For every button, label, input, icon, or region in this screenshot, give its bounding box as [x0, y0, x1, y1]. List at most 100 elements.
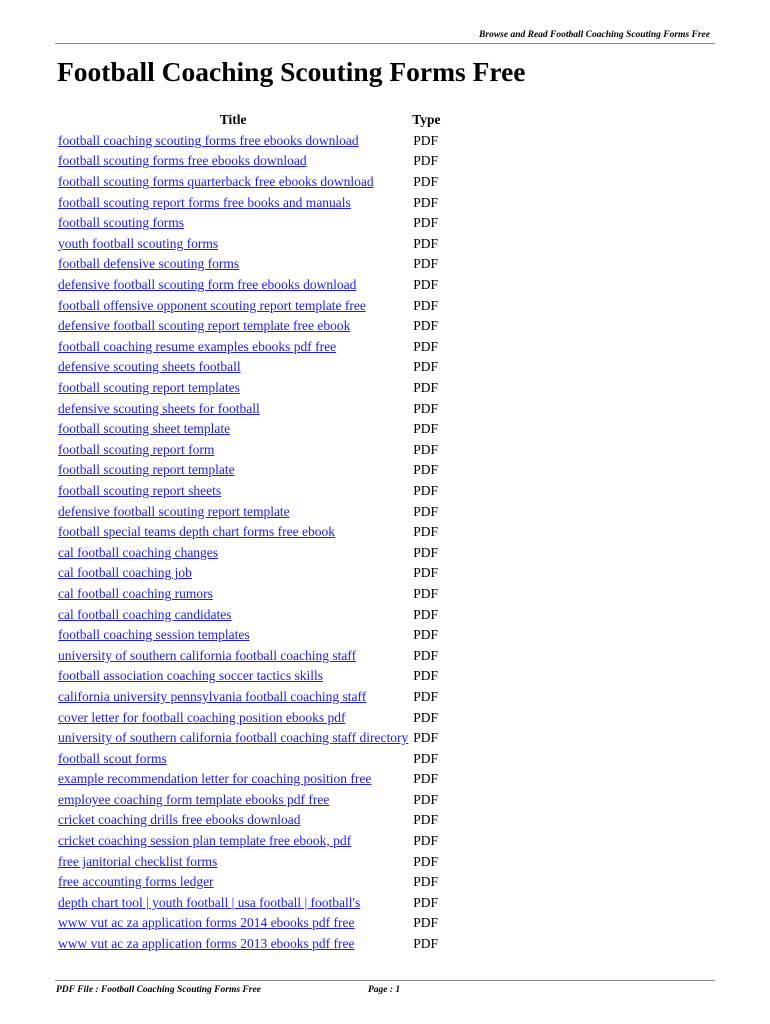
document-title-link[interactable]: football scouting report templates	[58, 380, 240, 395]
document-title-link[interactable]: free janitorial checklist forms	[58, 854, 217, 869]
document-title-link[interactable]: football scouting report sheets	[58, 483, 221, 498]
document-title-link[interactable]: cover letter for football coaching posit…	[58, 710, 346, 725]
document-title-link[interactable]: defensive scouting sheets football	[58, 359, 241, 374]
file-type-cell: PDF	[413, 318, 439, 334]
document-title-link[interactable]: defensive football scouting report templ…	[58, 504, 290, 519]
table-row: university of southern california footba…	[56, 728, 441, 749]
title-cell: football scouting forms free ebooks down…	[56, 151, 410, 172]
table-row: www vut ac za application forms 2013 ebo…	[56, 934, 441, 955]
table-row: cover letter for football coaching posit…	[56, 707, 441, 728]
document-title-link[interactable]: football special teams depth chart forms…	[58, 524, 335, 539]
document-title-link[interactable]: football coaching session templates	[58, 627, 250, 642]
document-title-link[interactable]: cal football coaching job	[58, 565, 192, 580]
document-title-link[interactable]: example recommendation letter for coachi…	[58, 771, 371, 786]
document-title-link[interactable]: football scouting forms quarterback free…	[58, 174, 374, 189]
table-row: university of southern california footba…	[56, 645, 441, 666]
document-title-link[interactable]: defensive football scouting form free eb…	[58, 277, 356, 292]
file-type-cell: PDF	[413, 153, 439, 169]
file-type-cell: PDF	[413, 833, 439, 849]
document-title-link[interactable]: cal football coaching rumors	[58, 586, 213, 601]
table-row: www vut ac za application forms 2014 ebo…	[56, 913, 441, 934]
document-title-link[interactable]: california university pennsylvania footb…	[58, 689, 366, 704]
table-row: football defensive scouting forms PDF	[56, 254, 441, 275]
document-title-link[interactable]: free accounting forms ledger	[58, 874, 214, 889]
table-row: cal football coaching changes PDF	[56, 542, 441, 563]
document-title-link[interactable]: cricket coaching drills free ebooks down…	[58, 812, 301, 827]
title-cell: football scouting report forms free book…	[56, 192, 410, 213]
table-row: football coaching scouting forms free eb…	[56, 131, 441, 152]
document-title-link[interactable]: university of southern california footba…	[58, 730, 408, 745]
file-type-cell: PDF	[413, 277, 439, 293]
title-cell: university of southern california footba…	[56, 728, 410, 749]
document-title-link[interactable]: football association coaching soccer tac…	[58, 668, 323, 683]
table-row: cal football coaching candidates PDF	[56, 604, 441, 625]
running-header: Browse and Read Football Coaching Scouti…	[479, 30, 710, 40]
footer-page-number: Page : 1	[368, 985, 401, 995]
table-row: football special teams depth chart forms…	[56, 522, 441, 543]
title-cell: football coaching resume examples ebooks…	[56, 337, 410, 358]
file-type-cell: PDF	[413, 668, 439, 684]
title-cell: defensive scouting sheets football	[56, 357, 410, 378]
document-title-link[interactable]: cricket coaching session plan template f…	[58, 833, 351, 848]
title-cell: depth chart tool | youth football | usa …	[56, 893, 410, 914]
file-type-cell: PDF	[413, 132, 439, 148]
document-title-link[interactable]: football scouting sheet template	[58, 421, 230, 436]
file-type-cell: PDF	[413, 338, 439, 354]
page-title: Football Coaching Scouting Forms Free	[57, 56, 526, 87]
title-cell: youth football scouting forms	[56, 234, 410, 255]
title-cell: football scout forms	[56, 748, 410, 769]
document-title-link[interactable]: football defensive scouting forms	[58, 256, 239, 271]
document-title-link[interactable]: www vut ac za application forms 2014 ebo…	[58, 915, 355, 930]
file-type-cell: PDF	[413, 441, 439, 457]
table-body: football coaching scouting forms free eb…	[56, 131, 441, 955]
document-title-link[interactable]: football scouting report form	[58, 442, 214, 457]
table-row: football scouting report forms free book…	[56, 192, 441, 213]
footer-divider	[55, 980, 715, 981]
file-type-cell: PDF	[413, 194, 439, 210]
document-title-link[interactable]: football scouting report template	[58, 462, 235, 477]
file-type-cell: PDF	[413, 400, 439, 416]
document-title-link[interactable]: football scout forms	[58, 751, 167, 766]
document-title-link[interactable]: football coaching resume examples ebooks…	[58, 339, 336, 354]
title-cell: university of southern california footba…	[56, 645, 410, 666]
table-row: football scouting sheet template PDF	[56, 419, 441, 440]
document-title-link[interactable]: football coaching scouting forms free eb…	[58, 133, 359, 148]
document-title-link[interactable]: cal football coaching candidates	[58, 607, 232, 622]
document-title-link[interactable]: defensive football scouting report templ…	[58, 318, 350, 333]
file-type-cell: PDF	[413, 565, 439, 581]
document-title-link[interactable]: www vut ac za application forms 2013 ebo…	[58, 936, 355, 951]
file-type-cell: PDF	[413, 380, 439, 396]
table-row: defensive football scouting form free eb…	[56, 275, 441, 296]
table-row: football coaching resume examples ebooks…	[56, 337, 441, 358]
document-title-link[interactable]: youth football scouting forms	[58, 236, 218, 251]
table-row: cricket coaching drills free ebooks down…	[56, 810, 441, 831]
document-title-link[interactable]: cal football coaching changes	[58, 545, 218, 560]
file-type-cell: PDF	[413, 359, 439, 375]
table-row: football scouting forms free ebooks down…	[56, 151, 441, 172]
table-header-row: Title Type	[56, 110, 441, 131]
document-title-link[interactable]: university of southern california footba…	[58, 648, 356, 663]
file-type-cell: PDF	[413, 730, 439, 746]
title-cell: cal football coaching job	[56, 563, 410, 584]
title-cell: football scouting sheet template	[56, 419, 410, 440]
title-cell: football scouting forms quarterback free…	[56, 172, 410, 193]
title-cell: football defensive scouting forms	[56, 254, 410, 275]
table-row: football scouting forms PDF	[56, 213, 441, 234]
document-title-link[interactable]: football scouting forms	[58, 215, 184, 230]
footer-file-label: PDF File : Football Coaching Scouting Fo…	[56, 985, 261, 995]
document-title-link[interactable]: football offensive opponent scouting rep…	[58, 298, 366, 313]
document-title-link[interactable]: employee coaching form template ebooks p…	[58, 792, 329, 807]
title-cell: cal football coaching changes	[56, 542, 410, 563]
document-title-link[interactable]: football scouting report forms free book…	[58, 195, 351, 210]
title-cell: cal football coaching rumors	[56, 584, 410, 605]
table-row: depth chart tool | youth football | usa …	[56, 893, 441, 914]
table-row: youth football scouting forms PDF	[56, 234, 441, 255]
document-title-link[interactable]: football scouting forms free ebooks down…	[58, 153, 307, 168]
document-title-link[interactable]: depth chart tool | youth football | usa …	[58, 895, 360, 910]
table-row: free janitorial checklist forms PDF	[56, 851, 441, 872]
document-title-link[interactable]: defensive scouting sheets for football	[58, 401, 260, 416]
title-cell: free janitorial checklist forms	[56, 851, 410, 872]
table-row: defensive football scouting report templ…	[56, 316, 441, 337]
column-header-title: Title	[219, 112, 247, 128]
file-type-cell: PDF	[413, 256, 439, 272]
